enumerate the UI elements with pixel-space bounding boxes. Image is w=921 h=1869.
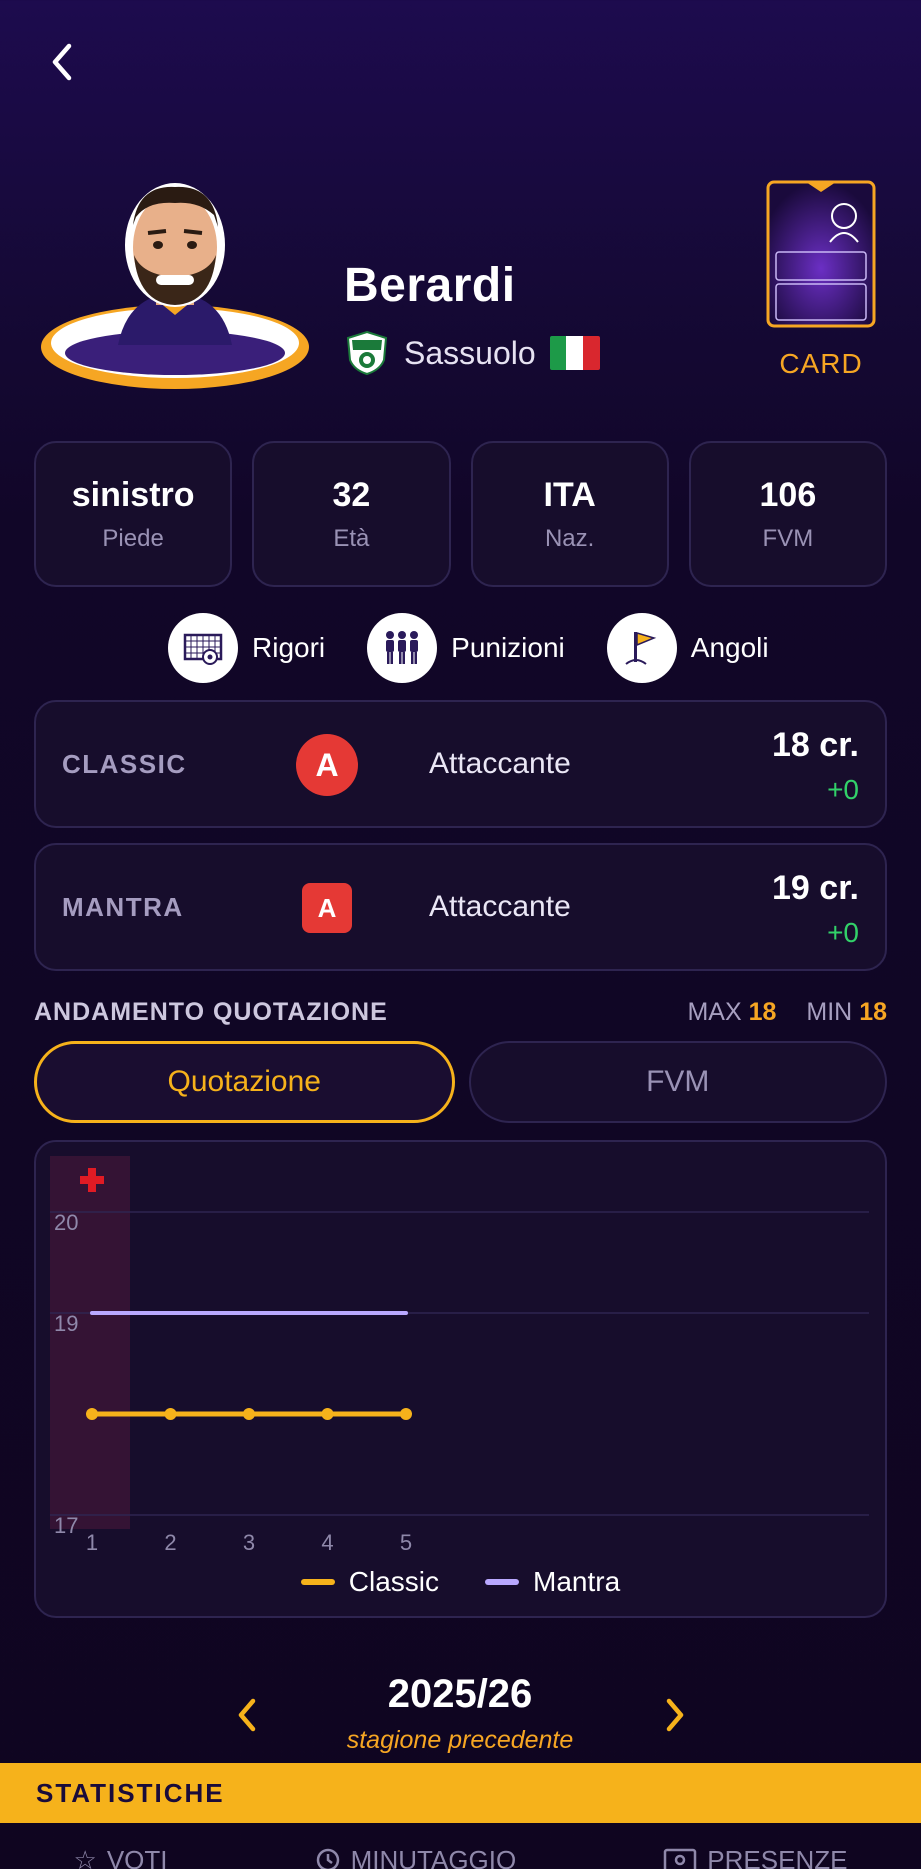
data-point-classic	[321, 1408, 334, 1420]
tile-label: Naz.	[544, 524, 595, 552]
player-card-button[interactable]	[766, 178, 876, 330]
team-name: Sassuolo	[404, 334, 536, 371]
min-value: 18	[859, 998, 887, 1026]
role-price: 19 cr.	[772, 869, 859, 907]
data-point-classic	[164, 1408, 177, 1420]
tile-value: sinistro	[71, 475, 195, 514]
tile-fvm: 106 FVM	[688, 441, 887, 587]
min-label: MIN	[806, 998, 853, 1026]
x-tick-label: 5	[400, 1530, 412, 1555]
x-tick-label: 2	[164, 1530, 176, 1555]
max-label: MAX	[687, 998, 742, 1026]
stats-header: STATISTICHE	[0, 1763, 921, 1823]
tile-nationality: ITA Naz.	[470, 441, 669, 587]
max-group: MAX 18	[687, 998, 776, 1027]
tile-value: 106	[759, 475, 817, 514]
x-tick-label: 4	[321, 1530, 333, 1555]
y-tick-label: 19	[54, 1311, 78, 1336]
skill-punizioni: Punizioni	[367, 613, 565, 683]
chart-container: 20 19 17 1 2 3 4 5	[34, 1140, 887, 1618]
chevron-left-icon	[52, 43, 72, 81]
tab-label: VOTI	[106, 1844, 168, 1869]
tile-foot: sinistro Piede	[34, 441, 233, 587]
legend-label: Mantra	[533, 1566, 621, 1597]
skill-angoli: Angoli	[606, 613, 769, 683]
season-label: 2025/26	[387, 1672, 533, 1716]
role-badge-square: A	[302, 883, 352, 933]
chevron-right-icon	[666, 1698, 684, 1732]
role-delta: +0	[827, 774, 859, 805]
season-prev-button[interactable]	[226, 1690, 266, 1740]
data-point-classic	[400, 1408, 412, 1420]
tab-quotazione[interactable]: Quotazione	[34, 1041, 455, 1123]
role-row-classic: CLASSIC A Attaccante 18 cr. +0	[34, 700, 887, 828]
skill-label: Angoli	[690, 632, 769, 663]
skill-label: Punizioni	[451, 632, 565, 663]
skills-row: Rigori Punizioni Angoli	[168, 612, 797, 684]
italy-flag-icon	[549, 336, 600, 370]
info-tiles: sinistro Piede 32 Età ITA Naz. 106 FVM	[34, 441, 887, 587]
tile-value: ITA	[543, 475, 596, 514]
skill-rigori: Rigori	[168, 613, 325, 683]
tab-fvm[interactable]: FVM	[468, 1041, 887, 1123]
role-price: 18 cr.	[772, 726, 859, 764]
stats-tabs: ☆ VOTI MINUTAGGIO PRESENZE	[0, 1840, 921, 1869]
tab-minutaggio[interactable]: MINUTAGGIO	[315, 1840, 517, 1869]
role-row-mantra: MANTRA A Attaccante 19 cr. +0	[34, 843, 887, 971]
tile-age: 32 Età	[252, 441, 451, 587]
data-point-classic	[243, 1408, 255, 1420]
clock-icon	[316, 1848, 339, 1869]
tab-voti[interactable]: ☆ VOTI	[74, 1840, 168, 1869]
team-row: Sassuolo	[344, 328, 600, 378]
tab-label: MINUTAGGIO	[350, 1844, 517, 1869]
wall-players-icon	[367, 613, 438, 683]
legend-mantra: Mantra	[485, 1566, 620, 1598]
data-point-classic	[86, 1408, 98, 1420]
legend-label: Classic	[348, 1566, 440, 1597]
skill-label: Rigori	[252, 632, 326, 663]
quotation-chart: 20 19 17 1 2 3 4 5	[50, 1156, 869, 1555]
chevron-left-icon	[238, 1698, 256, 1732]
role-name: Attaccante	[429, 747, 571, 780]
x-tick-label: 3	[243, 1530, 255, 1555]
trend-minmax: MAX 18 MIN 18	[687, 998, 887, 1027]
y-tick-label: 17	[54, 1513, 78, 1538]
min-group: MIN 18	[806, 998, 887, 1027]
legend-classic: Classic	[300, 1566, 440, 1598]
star-icon: ☆	[73, 1844, 97, 1869]
legend-swatch	[485, 1579, 520, 1585]
trend-title: ANDAMENTO QUOTAZIONE	[34, 998, 388, 1026]
trend-tabs: Quotazione FVM	[34, 1041, 887, 1123]
y-tick-label: 20	[54, 1210, 78, 1235]
player-avatar	[38, 175, 313, 395]
tile-label: Età	[333, 524, 370, 552]
tile-value: 32	[332, 475, 371, 514]
tab-presenze[interactable]: PRESENZE	[663, 1840, 847, 1869]
season-subtitle: stagione precedente	[346, 1726, 574, 1754]
tile-label: Piede	[102, 524, 164, 552]
player-name: Berardi	[344, 259, 516, 312]
max-value: 18	[748, 998, 777, 1026]
tab-label: PRESENZE	[707, 1844, 848, 1869]
role-name: Attaccante	[429, 890, 571, 923]
season-next-button[interactable]	[656, 1690, 696, 1740]
x-tick-label: 1	[86, 1530, 98, 1555]
penalty-goal-icon	[168, 613, 238, 683]
role-delta: +0	[827, 917, 859, 948]
tile-label: FVM	[762, 524, 814, 552]
back-button[interactable]	[40, 40, 84, 84]
corner-flag-icon	[606, 613, 677, 683]
card-label: CARD	[779, 348, 863, 379]
jersey-icon	[664, 1848, 697, 1869]
role-mode: MANTRA	[62, 891, 184, 922]
role-badge-circle: A	[296, 734, 358, 796]
legend-swatch	[300, 1579, 335, 1585]
chart-legend: Classic Mantra	[34, 1566, 887, 1598]
team-crest-icon	[346, 330, 388, 376]
role-mode: CLASSIC	[62, 748, 187, 779]
